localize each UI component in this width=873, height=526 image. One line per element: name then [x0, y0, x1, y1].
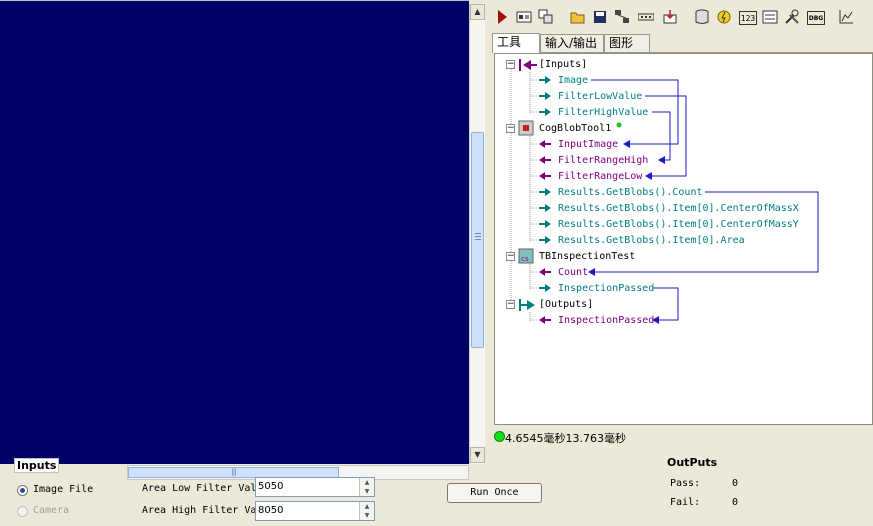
tab-graphics[interactable]: 图形: [604, 34, 650, 52]
image-file-radio[interactable]: [17, 485, 28, 496]
scroll-up-icon[interactable]: ▲: [470, 4, 485, 20]
vertical-scroll-thumb[interactable]: [471, 132, 484, 348]
tab-io[interactable]: 输入/输出: [540, 34, 604, 52]
tree-output-inspection-passed[interactable]: InspectionPassed: [558, 314, 654, 328]
collapse-script-tool-icon[interactable]: −: [506, 252, 515, 261]
tab-tools[interactable]: 工具: [492, 33, 540, 53]
tab-bar: 工具 输入/输出 图形: [492, 33, 873, 53]
tree-outputs-group[interactable]: [Outputs]: [539, 298, 593, 312]
pass-label: Pass:: [670, 478, 701, 489]
tree-blob-filter-range-high[interactable]: FilterRangeHigh: [558, 154, 648, 168]
spin-up-icon[interactable]: ▲: [360, 478, 374, 487]
ellipsis-icon[interactable]: [637, 8, 655, 26]
tree-blob-count[interactable]: Results.GetBlobs().Count: [558, 186, 703, 200]
image-file-label: Image File: [33, 484, 94, 495]
area-low-filter-input[interactable]: 5050 ▲ ▼: [255, 477, 375, 497]
inputs-title: Inputs: [14, 458, 60, 473]
area-high-filter-stepper[interactable]: ▲ ▼: [359, 502, 374, 520]
toolbar: 123 DBG: [487, 4, 873, 30]
run-icon[interactable]: [493, 8, 511, 26]
tree-blob-center-x[interactable]: Results.GetBlobs().Item[0].CenterOfMassX: [558, 202, 799, 216]
chart-icon[interactable]: [837, 8, 855, 26]
tool-tree: cs − − − − [Inputs] Image FilterLowValue…: [494, 53, 873, 425]
tree-input-filter-high[interactable]: FilterHighValue: [558, 106, 648, 120]
network-icon[interactable]: [613, 8, 631, 26]
tree-inputs-group[interactable]: [Inputs]: [539, 58, 587, 72]
tree-input-image[interactable]: Image: [558, 74, 588, 88]
spin-down-icon[interactable]: ▼: [360, 487, 374, 496]
scroll-down-icon[interactable]: ▼: [470, 447, 485, 463]
import-icon[interactable]: [661, 8, 679, 26]
spin-up-icon[interactable]: ▲: [360, 502, 374, 511]
save-icon[interactable]: [591, 8, 609, 26]
fail-label: Fail:: [670, 497, 701, 508]
counter-icon[interactable]: 123: [739, 11, 757, 25]
tools-icon[interactable]: [783, 8, 801, 26]
debug-icon[interactable]: DBG: [807, 11, 825, 25]
outputs-title: OutPuts: [667, 456, 718, 469]
settings-icon[interactable]: [515, 8, 533, 26]
lightning-icon[interactable]: [715, 8, 733, 26]
pass-value: 0: [732, 478, 739, 489]
collapse-blob-tool-icon[interactable]: −: [506, 124, 515, 133]
tree-script-inspection-passed[interactable]: InspectionPassed: [558, 282, 654, 296]
area-low-filter-value: 5050: [258, 481, 284, 492]
image-display[interactable]: [0, 0, 469, 464]
area-high-filter-label: Area High Filter Va: [142, 505, 257, 516]
area-high-filter-value: 8050: [258, 505, 284, 516]
open-folder-icon[interactable]: [569, 8, 587, 26]
collapse-inputs-icon[interactable]: −: [506, 60, 515, 69]
form-icon[interactable]: [761, 8, 779, 26]
tree-blob-tool[interactable]: CogBlobTool1: [539, 122, 611, 136]
svg-text:cs: cs: [521, 255, 529, 263]
run-once-button[interactable]: Run Once: [447, 483, 542, 503]
status-bar: 4.6545毫秒13.763毫秒: [492, 428, 873, 446]
vertical-scrollbar[interactable]: ▲ ▼: [469, 4, 485, 464]
fail-value: 0: [732, 497, 739, 508]
timing-text: 4.6545毫秒13.763毫秒: [505, 432, 626, 445]
area-low-filter-label: Area Low Filter Val: [142, 483, 257, 494]
tree-blob-input-image[interactable]: InputImage: [558, 138, 618, 152]
tree-script-tool[interactable]: TBInspectionTest: [539, 250, 635, 264]
area-high-filter-input[interactable]: 8050 ▲ ▼: [255, 501, 375, 521]
tree-blob-center-y[interactable]: Results.GetBlobs().Item[0].CenterOfMassY: [558, 218, 799, 232]
camera-label: Camera: [33, 505, 70, 516]
spin-down-icon[interactable]: ▼: [360, 511, 374, 520]
tool-add-icon[interactable]: [537, 8, 555, 26]
tree-script-count[interactable]: Count: [558, 266, 588, 280]
camera-radio[interactable]: [17, 506, 28, 517]
tree-input-filter-low[interactable]: FilterLowValue: [558, 90, 642, 104]
status-indicator-icon: [494, 431, 505, 442]
tree-blob-area[interactable]: Results.GetBlobs().Item[0].Area: [558, 234, 745, 248]
database-icon[interactable]: [693, 8, 711, 26]
area-low-filter-stepper[interactable]: ▲ ▼: [359, 478, 374, 496]
tree-blob-filter-range-low[interactable]: FilterRangeLow: [558, 170, 642, 184]
collapse-outputs-icon[interactable]: −: [506, 300, 515, 309]
